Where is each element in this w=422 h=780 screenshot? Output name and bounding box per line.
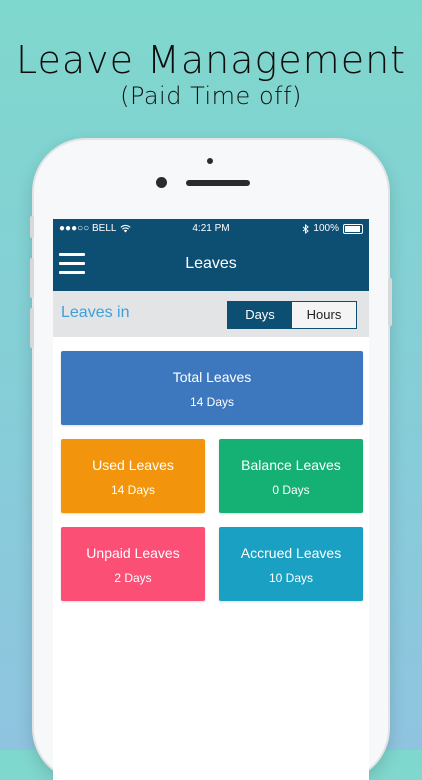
promo-subtitle: (Paid Time off): [120, 82, 302, 110]
card-value: 10 Days: [268, 571, 314, 585]
days-toggle-button[interactable]: Days: [228, 302, 292, 328]
card-value: 14 Days: [110, 483, 156, 497]
promo-headline: Leave Management: [15, 38, 407, 82]
status-bar: ●●●○○ BELL 4:21 PM 100%: [53, 219, 369, 239]
card-value: 0 Days: [272, 483, 310, 497]
nav-bar: Leaves: [53, 239, 369, 291]
phone-front-camera: [156, 177, 167, 188]
phone-frame: ●●●○○ BELL 4:21 PM 100% Leaves Leaves in…: [30, 140, 392, 780]
accrued-leaves-card[interactable]: Accrued Leaves 10 Days: [219, 527, 363, 601]
card-title: Used Leaves: [92, 457, 174, 473]
battery-percent: 100%: [313, 223, 339, 234]
card-title: Total Leaves: [172, 369, 252, 385]
card-value: 14 Days: [189, 395, 235, 409]
card-title: Accrued Leaves: [240, 545, 342, 561]
filter-bar: Leaves in Days Hours: [53, 291, 369, 337]
app-screen: ●●●○○ BELL 4:21 PM 100% Leaves Leaves in…: [53, 219, 369, 780]
unit-toggle: Days Hours: [227, 301, 357, 329]
phone-volume-up: [30, 258, 34, 298]
card-title: Balance Leaves: [241, 457, 341, 473]
used-leaves-card[interactable]: Used Leaves 14 Days: [61, 439, 205, 513]
hours-toggle-button[interactable]: Hours: [292, 302, 356, 328]
phone-volume-down: [30, 308, 34, 348]
page-title: Leaves: [185, 255, 237, 272]
filter-label: Leaves in: [61, 304, 130, 321]
card-value: 2 Days: [114, 571, 152, 585]
bluetooth-icon: [303, 223, 310, 234]
phone-side-button: [30, 216, 34, 238]
total-leaves-card[interactable]: Total Leaves 14 Days: [61, 351, 363, 425]
battery-icon: [343, 223, 363, 234]
phone-sensor: [207, 158, 213, 164]
phone-power-button: [388, 278, 392, 326]
leave-cards-panel: Total Leaves 14 Days Used Leaves 14 Days…: [53, 337, 369, 780]
phone-speaker: [186, 180, 250, 186]
unpaid-leaves-card[interactable]: Unpaid Leaves 2 Days: [61, 527, 205, 601]
card-title: Unpaid Leaves: [86, 545, 180, 561]
balance-leaves-card[interactable]: Balance Leaves 0 Days: [219, 439, 363, 513]
